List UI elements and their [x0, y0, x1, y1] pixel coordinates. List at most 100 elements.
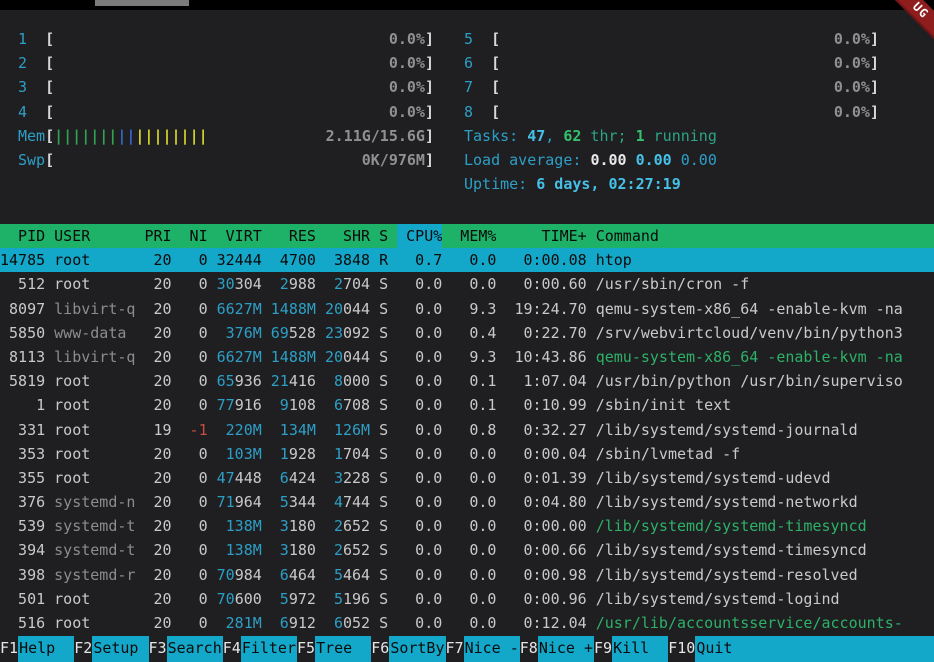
- summary-fragment: 6 days, 02:27:19: [536, 172, 681, 196]
- process-row[interactable]: 8113libvirt-q2006627M1488M20044S0.09.310…: [0, 345, 934, 369]
- cell-ni: 0: [181, 538, 208, 562]
- cell-virt: 30304: [217, 272, 262, 296]
- cell-shr: 3848: [325, 248, 370, 272]
- column-header-user[interactable]: USER: [54, 224, 135, 248]
- process-row[interactable]: 516root200281M69126052S0.00.00:12.04/usr…: [0, 611, 934, 635]
- fkey-action-nice-[interactable]: Nice -: [464, 636, 520, 662]
- fkey-action-quit[interactable]: Quit: [695, 636, 934, 662]
- fkey-action-sortby[interactable]: SortBy: [389, 636, 445, 662]
- fkey-action-tree[interactable]: Tree: [315, 636, 371, 662]
- summary-fragment: 1: [636, 124, 645, 148]
- process-row[interactable]: 5850www-data200376M6952823092S0.00.40:22…: [0, 321, 934, 345]
- cell-time: 0:32.27: [505, 418, 586, 442]
- cell-cpu: 0.0: [397, 442, 442, 466]
- cell-ni: 0: [181, 466, 208, 490]
- cell-time: 1:07.04: [505, 369, 586, 393]
- column-header-time[interactable]: TIME+: [505, 224, 586, 248]
- summary-fragment: 0.00: [636, 148, 672, 172]
- fkey-f6[interactable]: F6: [371, 636, 389, 662]
- meter-label: 7: [464, 75, 491, 99]
- fkey-f10[interactable]: F10: [668, 636, 695, 662]
- fkey-f9[interactable]: F9: [594, 636, 612, 662]
- cell-ni: 0: [181, 587, 208, 611]
- cell-cpu: 0.0: [397, 466, 442, 490]
- cell-state: S: [379, 563, 388, 587]
- cpu-meter-3: 3[0.0%]: [18, 75, 434, 99]
- cell-cpu: 0.0: [397, 514, 442, 538]
- process-row[interactable]: 8097libvirt-q2006627M1488M20044S0.09.319…: [0, 297, 934, 321]
- fkey-f8[interactable]: F8: [520, 636, 538, 662]
- fkey-f3[interactable]: F3: [149, 636, 167, 662]
- process-row[interactable]: 1root2007791691086708S0.00.10:10.99/sbin…: [0, 393, 934, 417]
- cell-shr: 20044: [325, 345, 370, 369]
- fkey-action-filter[interactable]: Filter: [241, 636, 297, 662]
- bracket-close: ]: [425, 124, 434, 148]
- column-header-res[interactable]: RES: [271, 224, 316, 248]
- column-header-cpu[interactable]: CPU%: [397, 224, 442, 248]
- cell-cpu: 0.0: [397, 587, 442, 611]
- column-header-pri[interactable]: PRI: [144, 224, 171, 248]
- cell-pid: 501: [0, 587, 45, 611]
- fkey-action-kill[interactable]: Kill: [612, 636, 668, 662]
- bracket-open: [: [491, 51, 500, 75]
- column-header-virt[interactable]: VIRT: [217, 224, 262, 248]
- cell-pri: 20: [144, 393, 171, 417]
- cell-pri: 20: [144, 248, 171, 272]
- cell-virt: 138M: [217, 538, 262, 562]
- column-header-shr[interactable]: SHR: [325, 224, 370, 248]
- fkey-f7[interactable]: F7: [446, 636, 464, 662]
- summary-fragment: thr;: [581, 124, 635, 148]
- process-row[interactable]: 353root200103M19281704S0.00.00:00.04/sbi…: [0, 442, 934, 466]
- cell-mem: 0.0: [451, 466, 496, 490]
- cell-pid: 331: [0, 418, 45, 442]
- cell-mem: 0.0: [451, 611, 496, 635]
- cell-res: 5972: [271, 587, 316, 611]
- bracket-close: ]: [425, 51, 434, 75]
- process-row[interactable]: 501root2007060059725196S0.00.00:00.96/li…: [0, 587, 934, 611]
- column-header-mem[interactable]: MEM%: [451, 224, 496, 248]
- cell-user: libvirt-q: [54, 297, 135, 321]
- fkey-action-help[interactable]: Help: [18, 636, 74, 662]
- process-row[interactable]: 394systemd-t200138M31802652S0.00.00:00.6…: [0, 538, 934, 562]
- cell-res: 69528: [271, 321, 316, 345]
- process-row[interactable]: 14785root2003244447003848R0.70.00:00.08h…: [0, 248, 934, 272]
- fkey-action-setup[interactable]: Setup: [92, 636, 148, 662]
- cell-pid: 353: [0, 442, 45, 466]
- cell-user: root: [54, 369, 135, 393]
- process-row[interactable]: 539systemd-t200138M31802652S0.00.00:00.0…: [0, 514, 934, 538]
- htop-header-area: 1[0.0%]2[0.0%]3[0.0%]4[0.0%]Mem[||||||||…: [18, 27, 879, 196]
- fkey-action-search[interactable]: Search: [167, 636, 223, 662]
- summary-fragment: [627, 148, 636, 172]
- cell-command: htop: [596, 248, 934, 272]
- cell-cpu: 0.0: [397, 563, 442, 587]
- meter-value: 0.0%: [389, 27, 425, 51]
- cell-cpu: 0.0: [397, 297, 442, 321]
- fkey-f4[interactable]: F4: [223, 636, 241, 662]
- process-row[interactable]: 376systemd-n2007196453444744S0.00.00:04.…: [0, 490, 934, 514]
- process-row[interactable]: 331root19-1220M134M126MS0.00.80:32.27/li…: [0, 418, 934, 442]
- column-header-s[interactable]: S: [379, 224, 388, 248]
- cell-ni: 0: [181, 369, 208, 393]
- window-tab-sliver[interactable]: [95, 0, 189, 6]
- cell-time: 0:00.08: [505, 248, 586, 272]
- process-row[interactable]: 398systemd-r2007098464645464S0.00.00:00.…: [0, 563, 934, 587]
- fkey-f2[interactable]: F2: [74, 636, 92, 662]
- cell-user: systemd-r: [54, 563, 135, 587]
- column-header-ni[interactable]: NI: [181, 224, 208, 248]
- process-row[interactable]: 355root2004744864243228S0.00.00:01.39/li…: [0, 466, 934, 490]
- cell-mem: 0.4: [451, 321, 496, 345]
- cell-state: S: [379, 442, 388, 466]
- fkey-f1[interactable]: F1: [0, 636, 18, 662]
- column-header-pid[interactable]: PID: [0, 224, 45, 248]
- cell-command: /lib/systemd/systemd-timesyncd: [596, 514, 934, 538]
- summary-fragment: 0.00: [681, 148, 717, 172]
- meter-label: 6: [464, 51, 491, 75]
- process-row[interactable]: 5819root20065936214168000S0.00.11:07.04/…: [0, 369, 934, 393]
- cell-pid: 355: [0, 466, 45, 490]
- fkey-f5[interactable]: F5: [297, 636, 315, 662]
- column-header-command[interactable]: Command: [596, 224, 934, 248]
- process-row[interactable]: 512root2003030429882704S0.00.00:00.60/us…: [0, 272, 934, 296]
- fkey-action-nice-[interactable]: Nice +: [538, 636, 594, 662]
- cell-pri: 19: [144, 418, 171, 442]
- cell-time: 0:00.96: [505, 587, 586, 611]
